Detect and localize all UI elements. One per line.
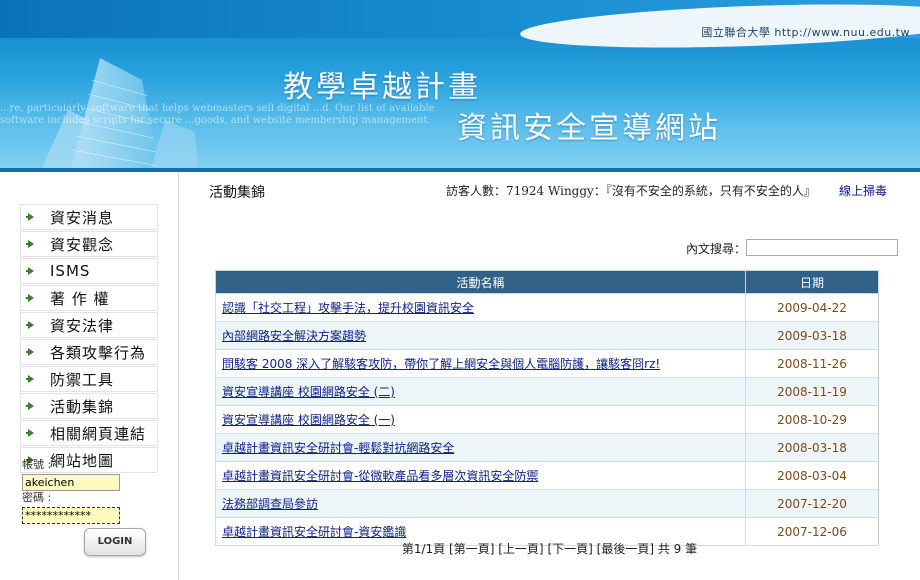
sidebar-item-security-news[interactable]: 資安消息 (20, 204, 158, 230)
arrow-bullet-icon (26, 402, 34, 410)
next-page-link[interactable]: [下一頁] (547, 542, 592, 556)
page-info: 第1/1頁 (401, 542, 446, 556)
activities-table: 活動名稱 日期 認識「社交工程」攻擊手法，提升校園資訊安全 2009-04-22… (215, 270, 879, 546)
password-input[interactable] (22, 507, 120, 524)
table-row: 法務部調查局參訪 2007-12-20 (215, 489, 879, 518)
table-row: 卓越計畫資訊安全研討會-輕鬆對抗網路安全 2008-03-18 (215, 433, 879, 462)
activity-date: 2008-11-26 (745, 349, 879, 378)
online-virus-scan-link[interactable]: 線上掃毒 (839, 182, 887, 199)
table-row: 資安宣導講座 校園網路安全 (一) 2008-10-29 (215, 405, 879, 434)
sidebar-item-label: 相關網頁連結 (50, 424, 147, 443)
arrow-bullet-icon (26, 240, 34, 248)
table-row: 問駭客 2008 深入了解駭客攻防，帶你了解上網安全與個人電腦防護，讓駭客冏rz… (215, 349, 879, 378)
sidebar-item-defense-tools[interactable]: 防禦工具 (20, 366, 158, 392)
sidebar-item-label: 防禦工具 (50, 370, 115, 389)
sidebar-item-security-law[interactable]: 資安法律 (20, 312, 158, 338)
table-row: 卓越計畫資訊安全研討會-從微軟產品看多層次資訊安全防禦 2008-03-04 (215, 461, 879, 490)
activity-link[interactable]: 法務部調查局參訪 (215, 489, 746, 518)
activity-link[interactable]: 卓越計畫資訊安全研討會-輕鬆對抗網路安全 (215, 433, 746, 462)
password-label: 密碼 : (22, 491, 52, 504)
account-input[interactable] (22, 474, 120, 491)
search-label: 內文搜尋： (686, 242, 747, 256)
sidebar-item-related-links[interactable]: 相關網頁連結 (20, 420, 158, 446)
arrow-bullet-icon (26, 375, 34, 383)
sidebar-item-label: 著 作 權 (50, 289, 110, 308)
sidebar: 資安消息 資安觀念 ISMS 著 作 權 資安法律 各類攻擊行為 防禦工具 活動… (0, 172, 179, 580)
arrow-bullet-icon (26, 321, 34, 329)
activity-date: 2009-03-18 (745, 321, 879, 350)
activity-link[interactable]: 卓越計畫資訊安全研討會-從微軟產品看多層次資訊安全防禦 (215, 461, 746, 490)
arrow-bullet-icon (26, 429, 34, 437)
search-input[interactable] (746, 239, 898, 256)
sidebar-item-attacks[interactable]: 各類攻擊行為 (20, 339, 158, 365)
table-row: 資安宣導講座 校園網路安全 (二) 2008-11-19 (215, 377, 879, 406)
activity-link[interactable]: 資安宣導講座 校園網路安全 (二) (215, 377, 746, 406)
arrow-bullet-icon (26, 348, 34, 356)
sidebar-item-copyright[interactable]: 著 作 權 (20, 285, 158, 311)
column-header-date: 日期 (745, 270, 879, 294)
arrow-bullet-icon (26, 267, 34, 275)
table-row: 內部網路安全解決方案趨勢 2009-03-18 (215, 321, 879, 350)
activity-date: 2007-12-20 (745, 489, 879, 518)
activity-link[interactable]: 問駭客 2008 深入了解駭客攻防，帶你了解上網安全與個人電腦防護，讓駭客冏rz… (215, 349, 746, 378)
sidebar-item-security-concepts[interactable]: 資安觀念 (20, 231, 158, 257)
table-row: 認識「社交工程」攻擊手法，提升校園資訊安全 2009-04-22 (215, 293, 879, 322)
activity-date: 2008-11-19 (745, 377, 879, 406)
sidebar-item-label: 資安觀念 (50, 235, 115, 254)
sidebar-item-label: 各類攻擊行為 (50, 343, 147, 362)
column-header-name: 活動名稱 (215, 270, 746, 294)
university-caption: 國立聯合大學 http://www.nuu.edu.tw (701, 26, 910, 39)
site-banner: 國立聯合大學 http://www.nuu.edu.tw ...re, part… (0, 0, 920, 172)
activity-date: 2008-03-18 (745, 433, 879, 462)
arrow-bullet-icon (26, 294, 34, 302)
first-page-link[interactable]: [第一頁] (449, 542, 494, 556)
banner-title-line2: 資訊安全宣導網站 (457, 111, 721, 146)
sidebar-item-activities[interactable]: 活動集錦 (20, 393, 158, 419)
sidebar-item-isms[interactable]: ISMS (20, 258, 158, 284)
activity-link[interactable]: 資安宣導講座 校園網路安全 (一) (215, 405, 746, 434)
banner-title-line1: 教學卓越計畫 (283, 70, 481, 105)
sidebar-menu: 資安消息 資安觀念 ISMS 著 作 權 資安法律 各類攻擊行為 防禦工具 活動… (20, 204, 158, 474)
activity-date: 2009-04-22 (745, 293, 879, 322)
arrow-bullet-icon (26, 213, 34, 221)
account-label: 帳號 : (22, 458, 52, 471)
sidebar-item-label: 資安消息 (50, 208, 115, 227)
activity-link[interactable]: 認識「社交工程」攻擊手法，提升校園資訊安全 (215, 293, 746, 322)
banner-background-text: ...re, particularly, software that helps… (0, 103, 435, 126)
activity-date: 2008-03-04 (745, 461, 879, 490)
last-page-link[interactable]: [最後一頁] (597, 542, 654, 556)
page-title: 活動集錦 (209, 185, 265, 201)
main-content: 活動集錦 訪客人數：71924 Winggy：『沒有不安全的系統，只有不安全的人… (179, 172, 920, 580)
prev-page-link[interactable]: [上一頁] (498, 542, 543, 556)
login-form: 帳號 : 密碼 : LOGIN (22, 458, 162, 556)
activity-link[interactable]: 內部網路安全解決方案趨勢 (215, 321, 746, 350)
sidebar-item-label: 資安法律 (50, 316, 115, 335)
login-button[interactable]: LOGIN (84, 528, 146, 556)
total-count: 共 9 筆 (657, 542, 698, 556)
activity-date: 2008-10-29 (745, 405, 879, 434)
pagination: 第1/1頁 [第一頁] [上一頁] [下一頁] [最後一頁] 共 9 筆 (179, 540, 920, 557)
table-header-row: 活動名稱 日期 (215, 270, 879, 294)
visitor-counter: 訪客人數：71924 Winggy：『沒有不安全的系統，只有不安全的人』 (446, 184, 816, 198)
sidebar-item-label: 活動集錦 (50, 397, 115, 416)
sidebar-item-label: ISMS (50, 262, 91, 280)
